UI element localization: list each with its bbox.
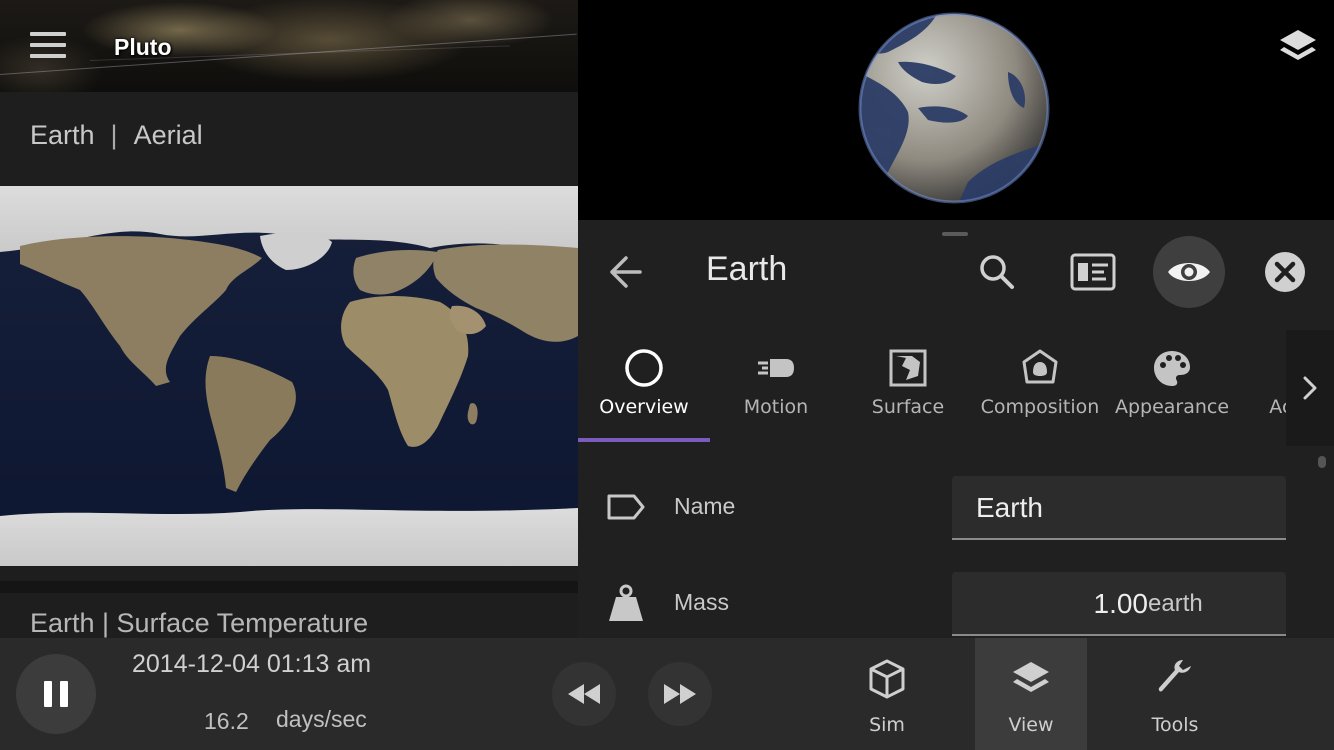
time-rate-unit[interactable]: days/sec xyxy=(276,706,367,733)
left-view-panel: Earth | Aerial Earth | Surface Temperatu… xyxy=(0,92,578,638)
chevron-right-icon xyxy=(1303,376,1317,400)
panel-title: Earth xyxy=(706,250,788,288)
panel-divider xyxy=(0,581,578,593)
rewind-button[interactable] xyxy=(552,662,616,726)
mass-field[interactable]: 1.00 earth xyxy=(952,572,1286,636)
palette-icon xyxy=(1154,351,1190,386)
view-body-name: Earth xyxy=(30,120,95,150)
cube-icon xyxy=(869,659,905,699)
tab-label: Surface xyxy=(871,396,945,418)
view-name: Aerial xyxy=(133,120,203,150)
close-icon[interactable] xyxy=(1249,236,1321,308)
wrench-icon xyxy=(1158,660,1191,692)
hamburger-menu-icon[interactable] xyxy=(30,32,66,62)
eye-icon[interactable] xyxy=(1153,236,1225,308)
name-label: Name xyxy=(674,493,736,519)
nav-tools[interactable]: Tools xyxy=(1119,638,1231,750)
tab-label: Composition xyxy=(980,396,1100,418)
left-header-bar: Pluto xyxy=(0,0,578,92)
nav-sim[interactable]: Sim xyxy=(831,638,943,750)
search-icon[interactable] xyxy=(961,236,1033,308)
surface-icon xyxy=(889,349,927,387)
nav-label: Sim xyxy=(869,714,905,736)
tab-motion[interactable]: Motion xyxy=(710,330,842,442)
target-label[interactable]: Pluto xyxy=(114,34,172,61)
tab-composition[interactable]: Composition xyxy=(974,330,1106,442)
mass-row: Mass 1.00 earth xyxy=(578,563,1334,643)
nav-view[interactable]: View xyxy=(975,638,1087,750)
star-streak xyxy=(0,33,577,75)
composition-icon xyxy=(1022,349,1058,384)
bottom-toolbar: 2014-12-04 01:13 am 16.2 days/sec Sim Vi… xyxy=(0,638,1334,750)
tab-overview[interactable]: Overview xyxy=(578,330,710,442)
tab-label: Overview xyxy=(599,396,689,418)
tab-label: Motion xyxy=(743,396,809,418)
earth-map-image[interactable] xyxy=(0,186,578,566)
layers-icon xyxy=(1013,662,1049,692)
tab-surface[interactable]: Surface xyxy=(842,330,974,442)
layers-icon[interactable] xyxy=(1278,26,1318,66)
tab-label: Appearance xyxy=(1114,396,1230,418)
earth-globe-image[interactable] xyxy=(858,12,1050,204)
mass-unit: earth xyxy=(1148,590,1203,617)
weight-icon xyxy=(609,584,643,621)
nav-label: View xyxy=(1008,714,1054,736)
tab-appearance[interactable]: Appearance xyxy=(1106,330,1238,442)
next-view-header[interactable]: Earth | Surface Temperature xyxy=(30,608,368,638)
name-row: Name Earth xyxy=(578,467,1334,547)
fast-forward-icon xyxy=(664,684,696,704)
tab-scroll-right-button[interactable] xyxy=(1286,330,1334,446)
name-value: Earth xyxy=(976,492,1043,523)
info-panel: Earth Overview Motion Surface Compositio… xyxy=(578,220,1334,638)
info-card-icon[interactable] xyxy=(1057,236,1129,308)
active-tab-indicator xyxy=(578,438,710,442)
tab-bar: Overview Motion Surface Composition Appe… xyxy=(578,330,1334,446)
pause-button[interactable] xyxy=(16,654,96,734)
fast-forward-button[interactable] xyxy=(648,662,712,726)
back-arrow-icon[interactable] xyxy=(606,252,650,292)
time-rate-value[interactable]: 16.2 xyxy=(204,708,249,735)
drag-handle[interactable] xyxy=(942,232,968,236)
mass-label: Mass xyxy=(674,589,729,615)
rewind-icon xyxy=(568,684,600,704)
globe-viewport[interactable] xyxy=(578,0,1334,220)
view-header[interactable]: Earth | Aerial xyxy=(30,120,203,151)
view-header-separator: | xyxy=(110,120,118,150)
nav-label: Tools xyxy=(1151,714,1199,736)
motion-icon xyxy=(758,359,794,377)
name-field[interactable]: Earth xyxy=(952,476,1286,540)
circle-icon xyxy=(625,349,663,387)
tag-icon xyxy=(607,494,645,520)
sim-datetime[interactable]: 2014-12-04 01:13 am xyxy=(132,650,371,679)
mass-value: 1.00 xyxy=(1093,588,1149,619)
